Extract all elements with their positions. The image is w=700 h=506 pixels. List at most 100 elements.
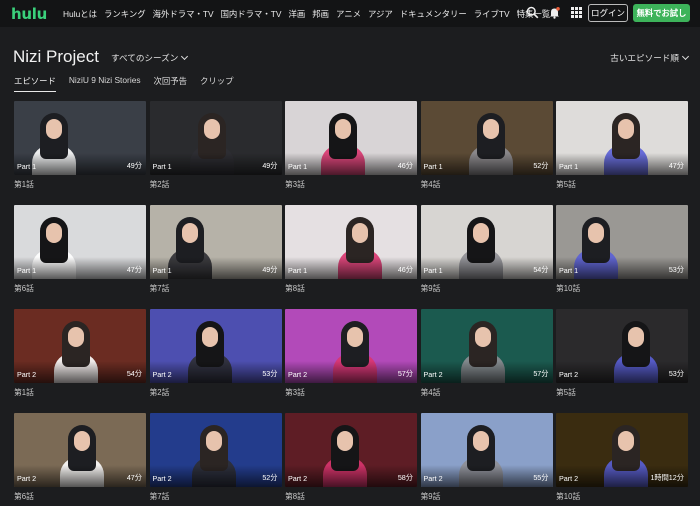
episode-thumbnail[interactable]: Part 1 52分 bbox=[420, 101, 553, 175]
episode-thumbnail[interactable]: Part 1 49分 bbox=[149, 101, 282, 175]
episode-card[interactable]: Part 2 57分第3話 bbox=[285, 309, 417, 413]
episode-thumbnail[interactable]: Part 2 1時間12分 bbox=[556, 413, 688, 487]
episode-label[interactable]: 第4話 bbox=[421, 179, 553, 190]
episode-card[interactable]: Part 2 53分第5話 bbox=[556, 309, 688, 413]
episode-label[interactable]: 第9話 bbox=[421, 491, 553, 502]
season-dropdown[interactable]: すべてのシーズン bbox=[111, 52, 189, 64]
episode-label[interactable]: 第7話 bbox=[150, 491, 282, 502]
episode-label[interactable]: 第4話 bbox=[421, 387, 553, 398]
episode-duration: 1時間12分 bbox=[650, 473, 684, 482]
nav-item[interactable]: アニメ bbox=[336, 8, 361, 20]
episode-thumbnail[interactable]: Part 2 53分 bbox=[556, 309, 688, 383]
episode-duration: 57分 bbox=[397, 369, 413, 378]
episode-label[interactable]: 第2話 bbox=[150, 179, 282, 190]
episode-label[interactable]: 第7話 bbox=[150, 283, 282, 294]
episode-card[interactable]: Part 1 49分第7話 bbox=[149, 205, 282, 309]
grid-menu-icon[interactable] bbox=[570, 6, 583, 19]
episode-card[interactable]: Part 1 47分第5話 bbox=[556, 101, 688, 205]
sort-dropdown[interactable]: 古いエピソード順 bbox=[610, 52, 690, 64]
episode-thumbnail[interactable]: Part 2 53分 bbox=[149, 309, 282, 383]
episode-card[interactable]: Part 2 52分第7話 bbox=[149, 413, 282, 506]
nav-item[interactable]: ドキュメンタリー bbox=[400, 8, 467, 20]
episode-label[interactable]: 第6話 bbox=[14, 491, 146, 502]
episode-duration: 53分 bbox=[668, 265, 684, 274]
page-title: Nizi Project bbox=[13, 47, 99, 66]
login-button[interactable]: ログイン bbox=[588, 4, 628, 22]
episode-thumbnail[interactable]: Part 2 54分 bbox=[14, 309, 146, 383]
episode-thumbnail[interactable]: Part 1 46分 bbox=[285, 205, 417, 279]
episode-part: Part 1 bbox=[559, 266, 579, 275]
episode-card[interactable]: Part 1 53分第10話 bbox=[556, 205, 688, 309]
episode-card[interactable]: Part 1 54分第9話 bbox=[420, 205, 553, 309]
episode-card[interactable]: Part 2 47分第6話 bbox=[14, 413, 146, 506]
thumbnail-face bbox=[628, 327, 644, 347]
episode-card[interactable]: Part 1 52分第4話 bbox=[420, 101, 553, 205]
episode-label[interactable]: 第3話 bbox=[285, 387, 417, 398]
episode-duration: 52分 bbox=[262, 473, 278, 482]
tab-item[interactable]: クリップ bbox=[200, 75, 234, 92]
episode-label[interactable]: 第6話 bbox=[14, 283, 146, 294]
episode-thumbnail[interactable]: Part 2 57分 bbox=[420, 309, 553, 383]
episode-label[interactable]: 第1話 bbox=[14, 179, 146, 190]
thumbnail-face bbox=[74, 431, 90, 451]
episode-label[interactable]: 第5話 bbox=[556, 179, 688, 190]
episode-thumbnail[interactable]: Part 1 54分 bbox=[420, 205, 553, 279]
tab-item[interactable]: エピソード bbox=[14, 75, 56, 92]
episode-label[interactable]: 第8話 bbox=[285, 491, 417, 502]
episode-thumbnail[interactable]: Part 2 47分 bbox=[14, 413, 146, 487]
nav-item[interactable]: アジア bbox=[368, 8, 393, 20]
bell-icon[interactable] bbox=[548, 6, 561, 19]
hulu-logo[interactable]: hulu bbox=[11, 5, 47, 23]
nav-item[interactable]: Huluとは bbox=[63, 8, 97, 20]
episode-label[interactable]: 第8話 bbox=[285, 283, 417, 294]
episode-thumbnail[interactable]: Part 2 58分 bbox=[285, 413, 417, 487]
episode-duration: 47分 bbox=[126, 265, 142, 274]
episode-card[interactable]: Part 1 49分第1話 bbox=[14, 101, 146, 205]
episode-card[interactable]: Part 2 58分第8話 bbox=[285, 413, 417, 506]
nav-item[interactable]: ランキング bbox=[104, 8, 146, 20]
content-tabs: エピソード NiziU 9 Nizi Stories 次回予告 クリップ bbox=[14, 75, 247, 92]
episode-duration: 52分 bbox=[533, 161, 549, 170]
season-dropdown-label: すべてのシーズン bbox=[111, 53, 179, 63]
tab-item[interactable]: 次回予告 bbox=[154, 75, 188, 92]
episode-thumbnail[interactable]: Part 2 52分 bbox=[149, 413, 282, 487]
nav-item[interactable]: 国内ドラマ・TV bbox=[221, 8, 282, 20]
episode-card[interactable]: Part 2 54分第1話 bbox=[14, 309, 146, 413]
tab-item[interactable]: NiziU 9 Nizi Stories bbox=[69, 75, 141, 92]
episode-thumbnail[interactable]: Part 1 49分 bbox=[14, 101, 146, 175]
episode-thumbnail[interactable]: Part 1 47分 bbox=[14, 205, 146, 279]
nav-item[interactable]: 洋画 bbox=[289, 8, 306, 20]
thumbnail-face bbox=[68, 327, 84, 347]
thumbnail-face bbox=[474, 327, 491, 347]
free-trial-button[interactable]: 無料でお試し bbox=[633, 4, 690, 22]
episode-label[interactable]: 第10話 bbox=[556, 491, 688, 502]
episode-card[interactable]: Part 1 47分第6話 bbox=[14, 205, 146, 309]
episode-thumbnail[interactable]: Part 1 47分 bbox=[556, 101, 688, 175]
episode-part: Part 2 bbox=[152, 370, 172, 379]
episode-thumbnail[interactable]: Part 2 57分 bbox=[285, 309, 417, 383]
episode-thumbnail[interactable]: Part 1 49分 bbox=[149, 205, 282, 279]
nav-item[interactable]: 邦画 bbox=[312, 8, 329, 20]
episode-card[interactable]: Part 2 55分第9話 bbox=[420, 413, 553, 506]
episode-card[interactable]: Part 1 46分第8話 bbox=[285, 205, 417, 309]
episode-card[interactable]: Part 1 49分第2話 bbox=[149, 101, 282, 205]
episode-card[interactable]: Part 2 57分第4話 bbox=[420, 309, 553, 413]
nav-item[interactable]: 海外ドラマ・TV bbox=[153, 8, 214, 20]
episode-card[interactable]: Part 2 1時間12分第10話 bbox=[556, 413, 688, 506]
episode-part: Part 2 bbox=[423, 370, 443, 379]
episode-label[interactable]: 第2話 bbox=[150, 387, 282, 398]
episode-thumbnail[interactable]: Part 2 55分 bbox=[420, 413, 553, 487]
episode-thumbnail[interactable]: Part 1 46分 bbox=[285, 101, 417, 175]
episode-card[interactable]: Part 2 53分第2話 bbox=[149, 309, 282, 413]
nav-item[interactable]: ライブTV bbox=[474, 8, 510, 20]
episode-label[interactable]: 第10話 bbox=[556, 283, 688, 294]
episode-card[interactable]: Part 1 46分第3話 bbox=[285, 101, 417, 205]
search-icon[interactable] bbox=[526, 6, 539, 19]
episode-label[interactable]: 第3話 bbox=[285, 179, 417, 190]
episode-part: Part 1 bbox=[152, 162, 172, 171]
episode-label[interactable]: 第5話 bbox=[556, 387, 688, 398]
episode-label[interactable]: 第1話 bbox=[14, 387, 146, 398]
episode-label[interactable]: 第9話 bbox=[421, 283, 553, 294]
episode-thumbnail[interactable]: Part 1 53分 bbox=[556, 205, 688, 279]
episode-duration: 54分 bbox=[533, 265, 549, 274]
